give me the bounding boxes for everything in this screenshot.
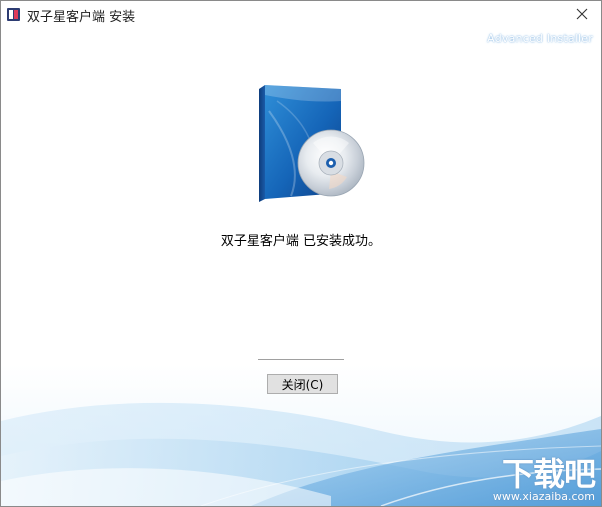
software-box-cd-icon [259, 85, 365, 202]
close-button[interactable]: 关闭(C) [267, 374, 338, 394]
wave-background [1, 1, 601, 506]
title-bar: 双子星客户端 安装 [1, 1, 601, 28]
close-icon [576, 8, 588, 20]
window-close-button[interactable] [569, 3, 595, 25]
window-title: 双子星客户端 安装 [27, 10, 136, 25]
watermark-logo: 下载吧 [501, 455, 596, 493]
watermark: 下载吧 www.xiazaiba.com [492, 455, 596, 503]
success-message: 双子星客户端 已安装成功。 [220, 234, 382, 249]
app-icon [7, 8, 20, 21]
separator-line [258, 359, 344, 361]
installer-window: 双子星客户端 安装 Advanced Installer 双子星客户端 已安装成… [0, 0, 602, 507]
watermark-url: www.xiazaiba.com [492, 490, 595, 503]
brand-label: Advanced Installer [487, 32, 593, 45]
